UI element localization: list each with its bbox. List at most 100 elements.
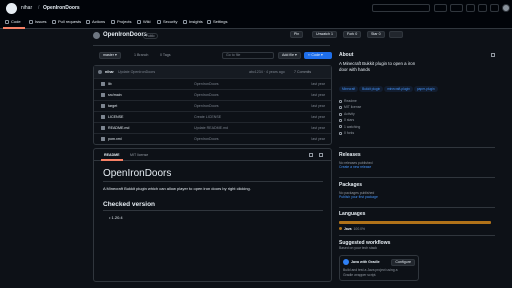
branch-select[interactable]: master ▾	[99, 52, 121, 59]
about-description: A Minecraft Bukkit plugin to open a iron…	[339, 61, 416, 72]
star-icon	[339, 118, 342, 122]
workflow-card: Java with Gradle Configure Build and tes…	[339, 255, 419, 281]
file-row[interactable]: lib OpenIronDoors last year	[94, 78, 331, 89]
sidebar-divider	[339, 207, 495, 208]
languages-section: Languages Java 100.0%	[339, 211, 495, 231]
file-row[interactable]: README.md Update README.md last year	[94, 122, 331, 133]
tab-insights[interactable]: Insights	[183, 18, 203, 26]
folder-icon	[101, 93, 105, 97]
sidebar-divider	[339, 235, 495, 236]
gear-icon[interactable]	[491, 53, 495, 57]
commit-count[interactable]: 7 Commits	[294, 66, 311, 78]
releases-section: Releases No releases published Create a …	[339, 152, 495, 169]
repo-meta: Readme MIT license Activity 0 stars 1 wa…	[339, 98, 495, 136]
readme-heading-divider	[103, 210, 323, 211]
packages-section: Packages No packages published Publish y…	[339, 182, 495, 199]
book-icon	[137, 20, 141, 24]
code-button[interactable]: ‹› Code ▾	[304, 52, 332, 59]
file-list: nihar Update OpenIronDoors abc1234 · 4 y…	[93, 65, 332, 145]
unwatch-button[interactable]: Unwatch 1	[312, 31, 337, 38]
workflow-name: Java with Gradle	[351, 260, 380, 264]
create-release-link[interactable]: Create a new release	[339, 165, 495, 169]
code-icon	[5, 20, 9, 24]
breadcrumb-repo[interactable]: OpenIronDoors	[43, 4, 80, 12]
file-icon	[101, 126, 105, 130]
repo-name[interactable]: OpenIronDoors	[103, 31, 147, 40]
file-row[interactable]: pom.xml OpenIronDoors last year	[94, 133, 331, 144]
topic-tag[interactable]: Minecraft	[339, 86, 359, 92]
copilot-icon[interactable]	[434, 4, 447, 12]
github-logo-icon[interactable]	[6, 3, 17, 14]
folder-icon	[101, 82, 105, 86]
pin-button[interactable]: Pin	[290, 31, 304, 38]
tab-actions[interactable]: Actions	[86, 18, 105, 26]
commit-hash-time[interactable]: abc1234 · 4 years ago	[249, 66, 285, 78]
language-item[interactable]: Java 100.0%	[339, 227, 495, 231]
readme-panel: README MIT license OpenIronDoors A Minec…	[93, 148, 332, 282]
go-to-file-input[interactable]: Go to file	[222, 52, 274, 59]
book-icon	[339, 99, 342, 103]
readme-heading: Checked version	[103, 201, 156, 208]
forks-link[interactable]: 0 forks	[339, 130, 495, 136]
heading-divider	[93, 45, 330, 46]
file-icon	[101, 115, 105, 119]
file-row[interactable]: LICENSE Create LICENSE last year	[94, 111, 331, 122]
tab-code[interactable]: Code	[5, 18, 21, 26]
issue-icon	[29, 20, 33, 24]
table-icon	[111, 20, 115, 24]
tab-issues[interactable]: Issues	[29, 18, 47, 26]
tab-wiki[interactable]: Wiki	[137, 18, 151, 26]
inbox-icon[interactable]	[490, 4, 499, 12]
outline-icon[interactable]	[319, 153, 323, 157]
tab-license[interactable]: MIT license	[130, 149, 148, 161]
branches-link[interactable]: 1 Branch	[134, 53, 148, 57]
file-row[interactable]: target OpenIronDoors last year	[94, 100, 331, 111]
pull-requests-icon[interactable]	[478, 4, 487, 12]
commit-message[interactable]: Update OpenIronDoors	[118, 66, 155, 78]
readme-tab-indicator	[101, 159, 123, 161]
law-icon	[339, 106, 342, 110]
file-icon	[101, 137, 105, 141]
tab-security[interactable]: Security	[157, 18, 177, 26]
create-new-icon[interactable]	[450, 4, 463, 12]
readme-title-divider	[103, 181, 323, 182]
star-button[interactable]: Star 0	[367, 31, 385, 38]
issues-icon[interactable]	[466, 4, 475, 12]
pull-request-icon	[52, 20, 56, 24]
tab-projects[interactable]: Projects	[111, 18, 131, 26]
configure-button[interactable]: Configure	[391, 259, 415, 266]
avatar[interactable]	[502, 4, 510, 12]
topic-tag[interactable]: Bukkit plugin	[359, 86, 384, 92]
about-section: About A Minecraft Bukkit plugin to open …	[339, 52, 495, 136]
workflows-section: Suggested workflows Based on your tech s…	[339, 240, 495, 281]
edit-icon[interactable]	[309, 153, 313, 157]
tags-link[interactable]: 0 Tags	[160, 53, 171, 57]
fork-icon	[339, 131, 342, 135]
commit-author[interactable]: nihar	[105, 66, 114, 78]
packages-title[interactable]: Packages	[339, 182, 495, 188]
owner-avatar	[93, 32, 100, 39]
sidebar-divider	[339, 147, 495, 148]
workflow-description: Build and test a Java project using a Gr…	[343, 268, 398, 277]
file-row[interactable]: src/main OpenIronDoors last year	[94, 89, 331, 100]
releases-title[interactable]: Releases	[339, 152, 495, 158]
shield-icon	[157, 20, 161, 24]
sidebar-divider	[339, 177, 495, 178]
workflows-subtitle: Based on your tech stack	[339, 246, 378, 250]
publish-package-link[interactable]: Publish your first package	[339, 195, 495, 199]
tab-pull-requests[interactable]: Pull requests	[52, 18, 81, 26]
add-file-button[interactable]: Add file ▾	[278, 52, 301, 59]
breadcrumb-owner[interactable]: nihar	[21, 4, 32, 12]
topic-tag[interactable]: paper-plugin	[413, 86, 438, 92]
eye-icon	[339, 125, 342, 129]
fork-button[interactable]: Fork 0	[343, 31, 362, 38]
topic-tag[interactable]: minecraft-plugin	[384, 86, 413, 92]
star-dropdown-icon[interactable]	[389, 31, 403, 38]
tab-settings[interactable]: Settings	[207, 18, 227, 26]
breadcrumb-separator: /	[38, 5, 40, 11]
global-search-input[interactable]	[372, 4, 430, 12]
readme-content: OpenIronDoors A Minecraft Bukkit plugin …	[103, 168, 323, 220]
play-icon	[86, 20, 90, 24]
pulse-icon	[339, 112, 342, 116]
language-dot-icon	[339, 227, 342, 230]
